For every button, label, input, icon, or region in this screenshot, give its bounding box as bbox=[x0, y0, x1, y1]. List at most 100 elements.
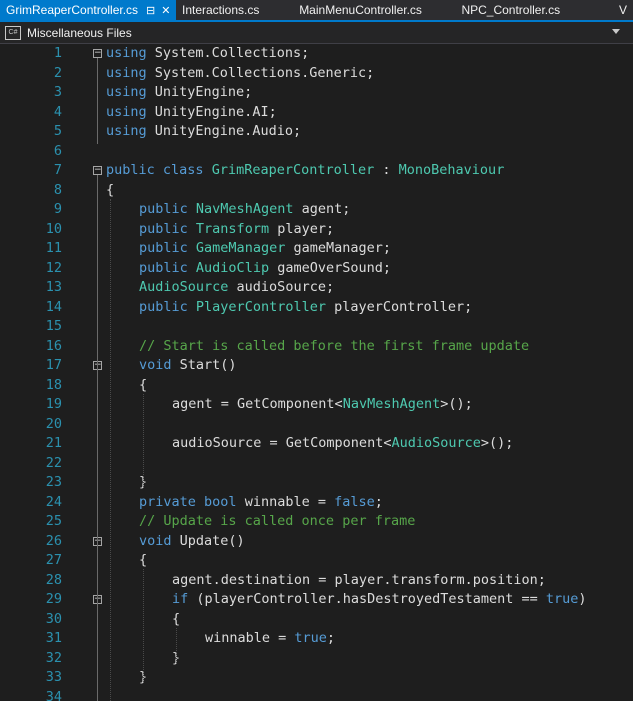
code-token: gameOverSound; bbox=[277, 259, 392, 276]
code-token: playerController; bbox=[334, 298, 473, 315]
close-icon[interactable]: ✕ bbox=[161, 1, 170, 20]
code-line: 8{ bbox=[0, 181, 633, 201]
code-token: agent; bbox=[301, 201, 351, 217]
tab-label: NPC_Controller.cs bbox=[461, 3, 561, 17]
line-number: 21 bbox=[45, 435, 62, 451]
line-number: 6 bbox=[53, 142, 62, 159]
tab-label: GrimReaperController.cs bbox=[6, 3, 139, 17]
keyword-token: public bbox=[106, 162, 155, 178]
line-number: 9 bbox=[53, 201, 62, 217]
code-line: 32} bbox=[0, 649, 633, 669]
keyword-token: class bbox=[162, 162, 204, 178]
tab-label: V bbox=[619, 3, 628, 17]
comment-token: // Update is called once per frame bbox=[139, 513, 416, 529]
line-number: 19 bbox=[45, 396, 62, 412]
project-label: Miscellaneous Files bbox=[27, 26, 132, 40]
code-token: gameManager; bbox=[293, 240, 392, 256]
chevron-down-icon bbox=[612, 29, 620, 34]
tab-interactions-cs[interactable]: Interactions.cs bbox=[176, 0, 293, 20]
type-token: AudioClip bbox=[195, 259, 270, 276]
tab-v[interactable]: V bbox=[613, 0, 633, 20]
indent-guide bbox=[143, 393, 144, 487]
code-token: ; bbox=[374, 493, 383, 510]
code-text: public PlayerController playerController… bbox=[139, 298, 472, 318]
collapse-toggle-icon[interactable]: − bbox=[93, 166, 102, 175]
line-number: 24 bbox=[45, 493, 62, 510]
tab-label: Interactions.cs bbox=[182, 3, 260, 17]
code-line: 26−void Update() bbox=[0, 532, 633, 552]
type-token: AudioSource bbox=[139, 279, 229, 295]
code-line: 33} bbox=[0, 668, 633, 688]
code-editor[interactable]: 1− using System.Collections; 2 using System… bbox=[0, 44, 633, 701]
line-number: 16 bbox=[45, 337, 62, 354]
project-dropdown[interactable]: C# Miscellaneous Files bbox=[2, 25, 628, 41]
comment-token: // Start is called before the first fram… bbox=[139, 337, 530, 354]
type-token: Transform bbox=[195, 220, 270, 237]
code-text: // Update is called once per frame bbox=[139, 512, 415, 532]
code-token: agent = GetComponent< bbox=[172, 396, 343, 412]
code-line: 7 − public class GrimReaperController : Mo… bbox=[0, 161, 633, 181]
tab-mainmenucontroller-cs[interactable]: MainMenuController.cs bbox=[293, 0, 455, 20]
keyword-token: true bbox=[545, 591, 579, 607]
line-number: 7 bbox=[53, 162, 62, 178]
code-token: audioSource = GetComponent< bbox=[172, 435, 392, 451]
code-token: { bbox=[106, 181, 115, 198]
tab-npc-controller-cs[interactable]: NPC_Controller.cs bbox=[455, 0, 613, 20]
code-text: AudioSource audioSource; bbox=[139, 278, 334, 298]
navigation-bar: C# Miscellaneous Files bbox=[0, 22, 633, 44]
pin-icon[interactable]: ⊟ bbox=[146, 1, 155, 20]
code-line: 19 agent = GetComponent<NavMeshAgent>(); bbox=[0, 395, 633, 415]
keyword-token: public bbox=[139, 220, 188, 237]
keyword-token: false bbox=[334, 493, 375, 510]
code-line: 1 − using System.Collections; bbox=[0, 44, 633, 64]
code-text: agent.destination = player.transform.pos… bbox=[172, 571, 546, 591]
code-token: audioSource; bbox=[236, 279, 335, 295]
keyword-token: private bbox=[139, 493, 196, 510]
indent-guide bbox=[110, 198, 111, 701]
code-line: 25 // Update is called once per frame bbox=[0, 512, 633, 532]
tab-label: MainMenuController.cs bbox=[299, 3, 422, 17]
code-token: (playerController.hasDestroyedTestament … bbox=[196, 591, 546, 607]
line-number: 1 bbox=[53, 45, 62, 61]
code-line: 14 public PlayerController playerControll… bbox=[0, 298, 633, 318]
code-line: 31 winnable = true; bbox=[0, 629, 633, 649]
type-token: NavMeshAgent bbox=[195, 201, 294, 217]
line-number: 20 bbox=[45, 415, 62, 432]
code-token: ) bbox=[578, 591, 587, 607]
code-token: : bbox=[374, 162, 399, 178]
code-token: Update() bbox=[179, 532, 245, 549]
code-token: winnable = bbox=[205, 630, 295, 646]
keyword-token: using bbox=[106, 84, 147, 100]
code-line: 5 using UnityEngine.Audio; bbox=[0, 122, 633, 142]
line-number: 15 bbox=[45, 318, 62, 334]
keyword-token: bool bbox=[204, 493, 237, 510]
code-line: 20 bbox=[0, 415, 633, 435]
code-line: 3 using UnityEngine; bbox=[0, 83, 633, 103]
line-number: 30 bbox=[45, 610, 62, 627]
line-number: 25 bbox=[45, 513, 62, 529]
code-token: UnityEngine; bbox=[154, 84, 253, 100]
code-line: 23} bbox=[0, 473, 633, 493]
code-token: Start() bbox=[179, 357, 237, 373]
keyword-token: void bbox=[139, 357, 172, 373]
code-text: using UnityEngine; bbox=[106, 83, 252, 103]
code-line: 4 using UnityEngine.AI; bbox=[0, 103, 633, 123]
code-line: 2 using System.Collections.Generic; bbox=[0, 64, 633, 84]
tab-grimreapercontroller-cs[interactable]: GrimReaperController.cs ⊟ ✕ bbox=[0, 0, 176, 20]
code-text: winnable = true; bbox=[205, 629, 335, 649]
code-token: winnable = bbox=[244, 493, 335, 510]
code-text: public GameManager gameManager; bbox=[139, 239, 391, 259]
line-number: 32 bbox=[45, 649, 62, 666]
line-number: 34 bbox=[45, 688, 62, 701]
type-token: NavMeshAgent bbox=[342, 396, 441, 412]
code-line: 12 public AudioClip gameOverSound; bbox=[0, 259, 633, 279]
outline-bracket bbox=[97, 58, 98, 144]
code-text: void Update() bbox=[139, 532, 245, 552]
keyword-token: using bbox=[106, 103, 147, 120]
collapse-toggle-icon[interactable]: − bbox=[93, 49, 102, 58]
indent-guide bbox=[176, 627, 177, 663]
code-text: public Transform player; bbox=[139, 220, 334, 240]
line-number: 14 bbox=[45, 298, 62, 315]
code-line: 34 bbox=[0, 688, 633, 701]
editor-tab-strip: GrimReaperController.cs ⊟ ✕ Interactions.cs… bbox=[0, 0, 633, 22]
